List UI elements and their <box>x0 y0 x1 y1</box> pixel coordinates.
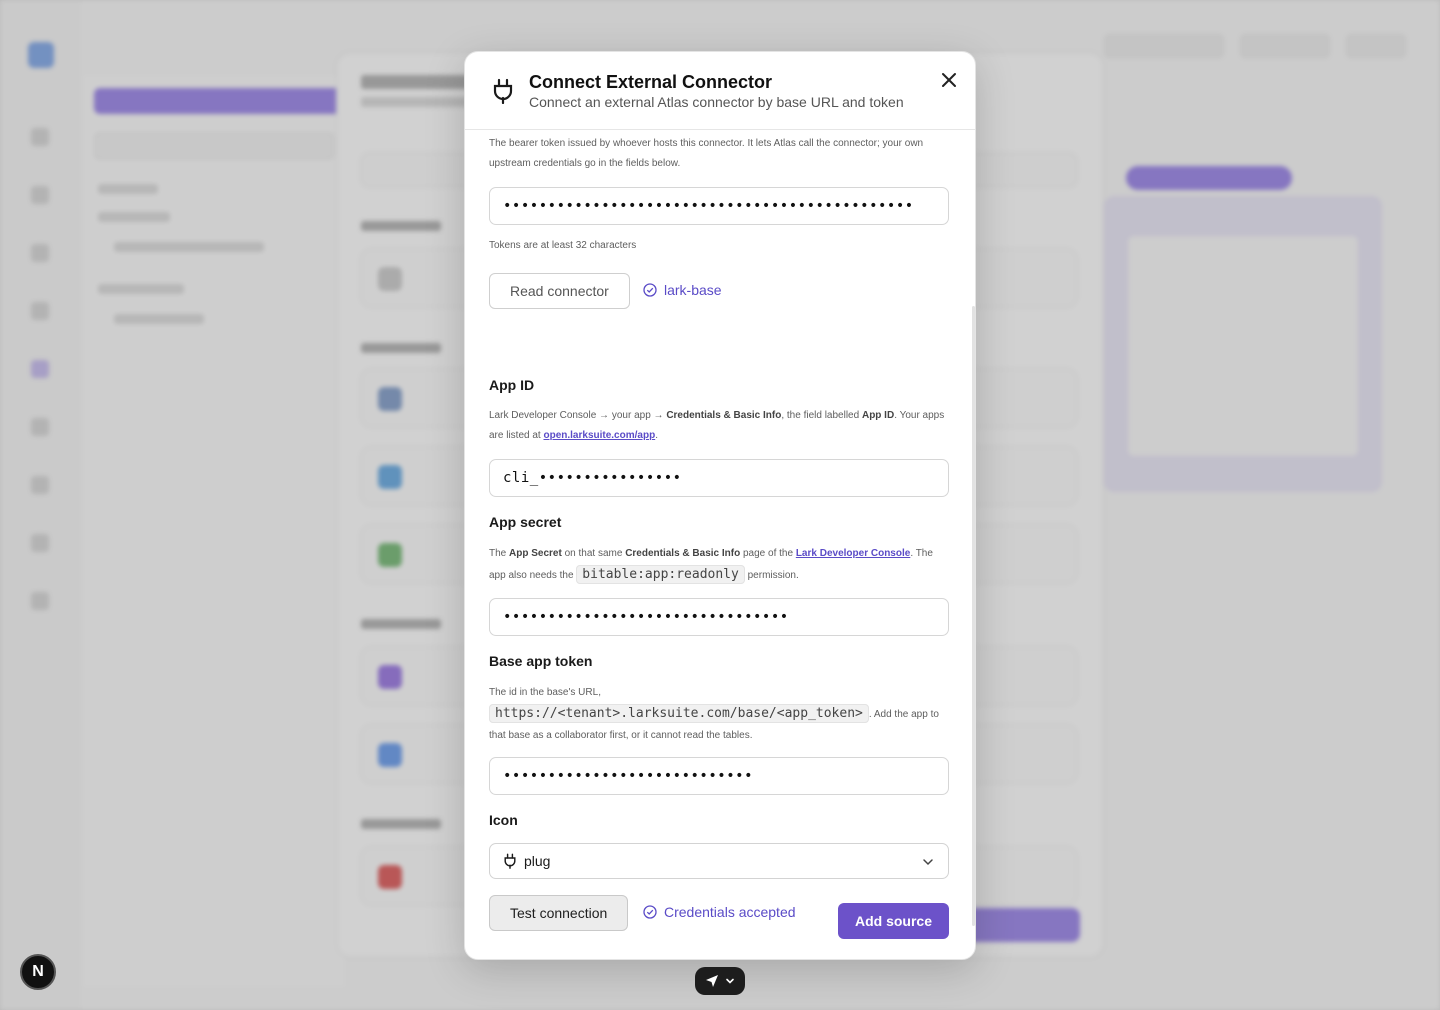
close-icon[interactable] <box>939 70 959 90</box>
help-text: . <box>655 430 658 441</box>
next-badge[interactable]: N <box>20 954 56 990</box>
help-text: The <box>489 548 510 559</box>
base-token-label: Base app token <box>489 653 593 669</box>
base-token-input[interactable]: •••••••••••••••••••••••••••• <box>489 757 949 795</box>
help-bold: Credentials & Basic Info <box>666 410 782 421</box>
send-icon <box>706 975 718 987</box>
modal-title: Connect External Connector <box>529 72 773 92</box>
read-status-label: lark-base <box>664 282 722 298</box>
test-connection-button[interactable]: Test connection <box>489 895 629 931</box>
app-secret-label: App secret <box>489 514 562 530</box>
plug-icon <box>504 853 516 869</box>
token-help: The bearer token issued by whoever hosts… <box>489 138 924 169</box>
help-text: Lark Developer Console → your app → <box>489 410 667 421</box>
test-status-label: Credentials accepted <box>664 904 796 920</box>
icon-select[interactable]: plug <box>489 843 949 879</box>
help-text: on that same <box>561 548 626 559</box>
icon-label: Icon <box>489 812 518 828</box>
test-status: Credentials accepted <box>643 904 796 920</box>
floating-toolbar[interactable] <box>695 967 745 995</box>
token-hint: Tokens are at least 32 characters <box>489 240 637 251</box>
base-token-help: The id in the base's URL, https://<tenan… <box>489 682 949 746</box>
help-bold: Credentials & Basic Info <box>625 548 741 559</box>
app-id-help: Lark Developer Console → your app → Cred… <box>489 406 949 446</box>
read-connector-button[interactable]: Read connector <box>489 273 630 309</box>
help-text: page of the <box>740 548 796 559</box>
check-circle-icon <box>643 283 657 297</box>
modal-scrollbar[interactable] <box>972 306 975 926</box>
modal-header: Connect External Connector Connect an ex… <box>465 52 975 130</box>
help-text: permission. <box>744 570 799 581</box>
help-bold: App Secret <box>509 548 562 559</box>
app-secret-help: The App Secret on that same Credentials … <box>489 543 949 586</box>
permission-code: bitable:app:readonly <box>576 565 745 584</box>
url-code: https://<tenant>.larksuite.com/base/<app… <box>489 704 869 723</box>
icon-select-value: plug <box>524 853 551 869</box>
larksuite-app-link[interactable]: open.larksuite.com/app <box>543 430 655 441</box>
token-input[interactable]: ••••••••••••••••••••••••••••••••••••••••… <box>489 187 949 225</box>
help-text: , the field labelled <box>781 410 862 421</box>
help-bold: App ID <box>861 410 895 421</box>
connect-connector-modal: Connect External Connector Connect an ex… <box>464 51 976 960</box>
chevron-down-icon <box>726 978 734 984</box>
check-circle-icon <box>643 905 657 919</box>
chevron-down-icon <box>923 859 933 866</box>
read-status: lark-base <box>643 282 722 298</box>
app-id-input[interactable]: cli_•••••••••••••••• <box>489 459 949 497</box>
app-secret-input[interactable]: •••••••••••••••••••••••••••••••• <box>489 598 949 636</box>
plug-icon <box>493 78 513 104</box>
help-text: The id in the base's URL, <box>489 687 601 698</box>
add-source-button[interactable]: Add source <box>838 903 949 939</box>
modal-subtitle: Connect an external Atlas connector by b… <box>529 94 904 110</box>
lark-developer-console-link[interactable]: Lark Developer Console <box>796 548 910 559</box>
app-id-label: App ID <box>489 377 535 393</box>
